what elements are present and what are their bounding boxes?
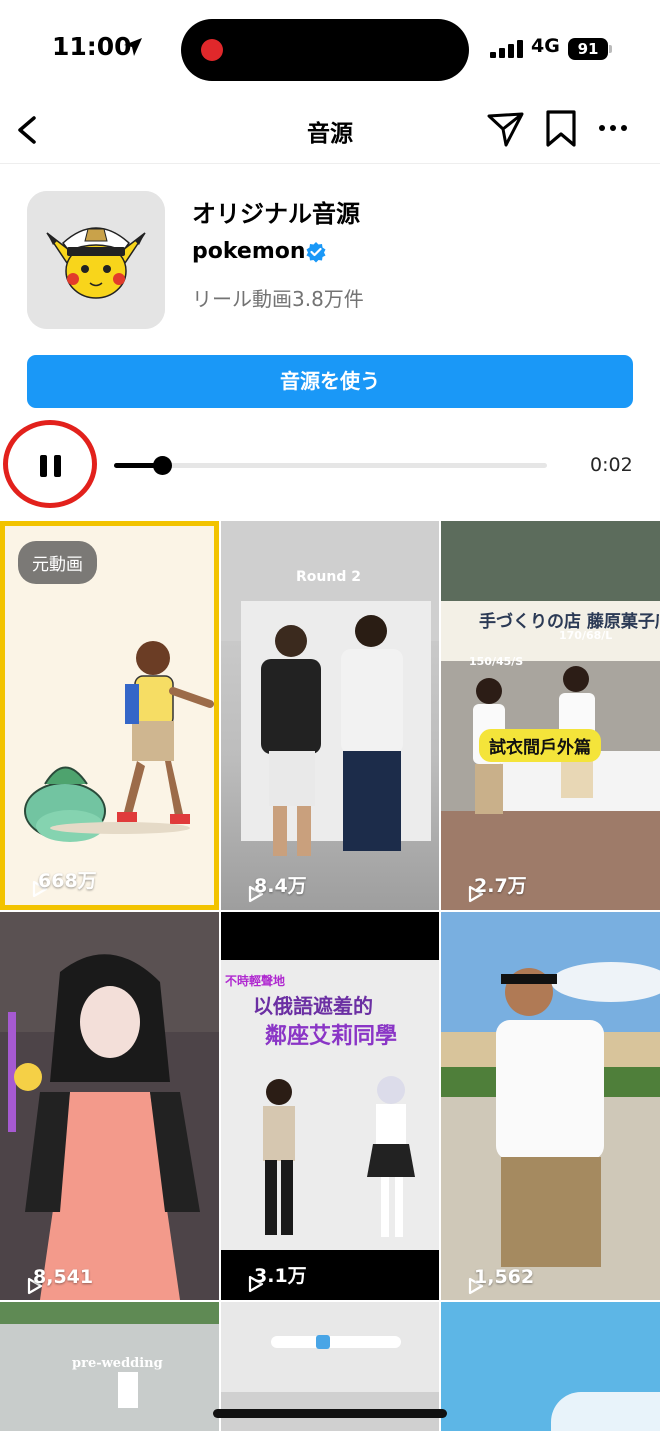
cosplay-photo-icon <box>0 912 219 1300</box>
audio-title: オリジナル音源 <box>192 200 360 228</box>
view-count: 1,562 <box>455 1266 534 1295</box>
reel-thumbnail[interactable]: 8,541 <box>0 912 219 1300</box>
reel-thumbnail[interactable]: pre-wedding <box>0 1302 219 1431</box>
scrubber-knob[interactable] <box>152 456 172 475</box>
location-arrow-icon <box>124 38 142 56</box>
reel-count: リール動画3.8万件 <box>192 287 364 311</box>
view-count: 668万 <box>19 866 97 897</box>
view-count: 3.1万 <box>235 1261 307 1292</box>
two-men-photo-icon <box>261 615 403 856</box>
view-count: 8,541 <box>14 1266 93 1295</box>
dynamic-island <box>181 19 469 81</box>
use-audio-button[interactable]: 音源を使う <box>27 355 633 408</box>
signal-icon <box>490 40 524 58</box>
pikachu-captain-avatar-icon <box>27 191 165 329</box>
artist-name[interactable]: pokemon <box>192 239 306 264</box>
reels-grid: 元動画 668万 Round 2 8.4万 手づくりの店 藤原菓子店 150/4… <box>0 521 660 1431</box>
network-type: 4G <box>531 35 560 57</box>
two-dancers-photo-icon <box>263 1076 415 1237</box>
reel-thumbnail[interactable]: 手づくりの店 藤原菓子店 150/45/S 170/68/L 試衣間戶外篇 2.… <box>441 521 660 910</box>
reel-thumbnail[interactable]: Round 2 8.4万 <box>221 521 439 910</box>
audio-thumbnail <box>27 191 165 329</box>
more-options-icon[interactable] <box>598 108 630 148</box>
recording-indicator-icon <box>201 39 223 61</box>
view-count: 8.4万 <box>235 871 307 902</box>
status-bar: 11:00 4G 91 <box>0 0 660 98</box>
send-icon[interactable] <box>485 108 527 150</box>
man-outdoors-photo-icon <box>441 912 660 1300</box>
reel-thumbnail[interactable]: 不時輕聲地 以俄語遮羞的 鄰座艾莉同學 3.1万 <box>221 912 439 1300</box>
top-nav: 音源 <box>0 98 660 164</box>
reel-thumbnail[interactable]: 1,562 <box>441 912 660 1300</box>
bookmark-icon[interactable] <box>543 108 579 150</box>
playback-progress-bar[interactable] <box>114 463 547 468</box>
overlay-text: pre-wedding <box>72 1356 163 1371</box>
two-women-photo-icon <box>473 666 595 814</box>
reel-thumbnail-original[interactable]: 元動画 668万 <box>0 521 219 910</box>
overlay-caption: 試衣間戶外篇 <box>479 729 601 762</box>
reel-thumbnail[interactable] <box>441 1302 660 1431</box>
home-indicator <box>213 1409 447 1418</box>
clock: 11:00 <box>52 32 132 61</box>
elapsed-time: 0:02 <box>590 454 633 476</box>
verified-badge-icon <box>306 242 326 263</box>
view-count: 2.7万 <box>455 871 527 902</box>
battery-icon: 91 <box>568 38 608 60</box>
original-video-badge: 元動画 <box>18 541 97 584</box>
pause-icon[interactable] <box>40 455 62 477</box>
